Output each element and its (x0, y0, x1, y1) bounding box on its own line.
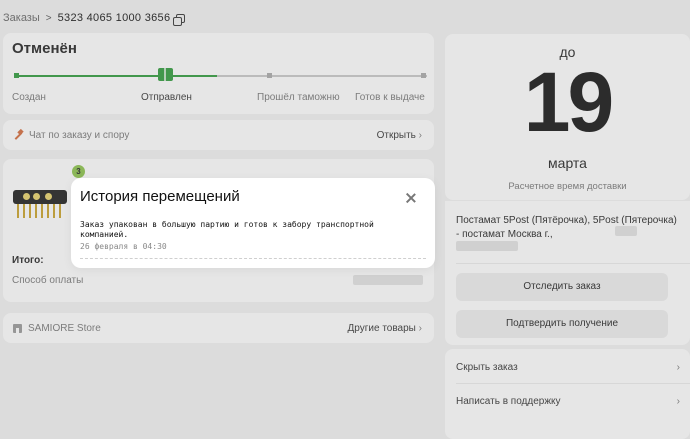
close-icon[interactable] (404, 191, 418, 205)
modal-title: История перемещений (80, 188, 240, 205)
tracking-event-text: Заказ упакован в большую партию и готов … (80, 220, 374, 239)
event-divider (80, 258, 426, 259)
tracking-history-modal: История перемещений Заказ упакован в бол… (71, 178, 435, 268)
order-page: Заказы > 5323 4065 1000 3656 Отменён Соз… (0, 0, 690, 439)
tracking-event-date: 26 февраля в 04:30 (80, 242, 167, 251)
